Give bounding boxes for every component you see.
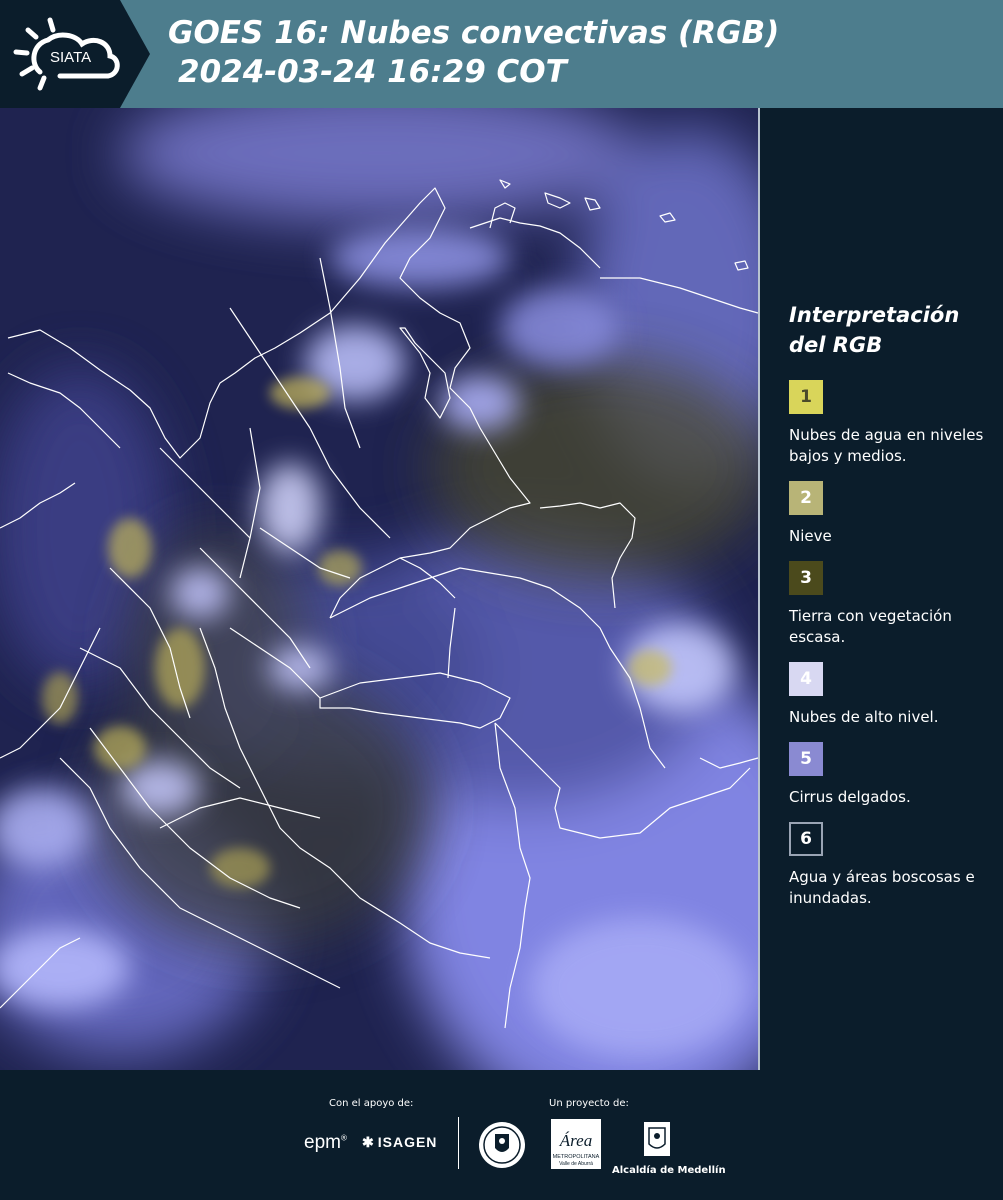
legend-item-4: 4 Nubes de alto nivel. <box>789 662 994 728</box>
legend-label: Agua y áreas boscosas e inundadas. <box>789 868 975 907</box>
alcaldia-label: Alcaldía de Medellín <box>612 1165 726 1176</box>
legend-title: Interpretación del RGB <box>789 303 960 357</box>
isagen-logo-text: ISAGEN <box>377 1134 438 1150</box>
legend-item-6: 6 Agua y áreas boscosas e inundadas. <box>789 822 994 909</box>
map-frame-edge <box>758 108 760 1070</box>
legend-label: Tierra con vegetación escasa. <box>789 607 952 646</box>
legend-panel: Interpretación del RGB 1 Nubes de agua e… <box>789 300 994 923</box>
alcaldia-crest-icon <box>644 1122 670 1156</box>
page-title: GOES 16: Nubes convectivas (RGB) <box>168 15 780 51</box>
legend-swatch: 4 <box>789 662 823 696</box>
alcaldia-logo[interactable]: Alcaldía de Medellín <box>612 1120 726 1176</box>
medellin-seal-icon[interactable] <box>477 1120 527 1170</box>
siata-logo[interactable]: SIATA <box>0 0 150 108</box>
support-label: Con el apoyo de: <box>329 1098 414 1109</box>
legend-swatch: 6 <box>789 822 823 856</box>
epm-logo-text: epm <box>304 1132 341 1153</box>
area-metropolitana-logo[interactable]: Área METROPOLITANA Valle de Aburrá <box>550 1118 602 1170</box>
epm-logo[interactable]: epm® <box>304 1132 347 1154</box>
project-label: Un proyecto de: <box>549 1098 629 1109</box>
legend-item-3: 3 Tierra con vegetación escasa. <box>789 561 994 648</box>
legend-item-2: 2 Nieve <box>789 481 994 547</box>
legend-swatch: 5 <box>789 742 823 776</box>
legend-label: Cirrus delgados. <box>789 788 911 806</box>
legend-item-1: 1 Nubes de agua en niveles bajos y medio… <box>789 380 994 467</box>
footer-divider <box>458 1117 459 1169</box>
legend-swatch: 2 <box>789 481 823 515</box>
legend-label: Nieve <box>789 527 832 545</box>
isagen-star-icon: ✱ <box>362 1134 375 1150</box>
svg-text:METROPOLITANA: METROPOLITANA <box>553 1154 600 1160</box>
timestamp: 2024-03-24 16:29 COT <box>178 54 567 90</box>
footer: Con el apoyo de: Un proyecto de: epm® ✱ I… <box>0 1070 1003 1200</box>
satellite-image <box>0 108 760 1070</box>
svg-text:Valle de Aburrá: Valle de Aburrá <box>559 1161 593 1167</box>
satellite-map[interactable] <box>0 108 760 1070</box>
legend-item-5: 5 Cirrus delgados. <box>789 742 994 808</box>
header-bar: SIATA GOES 16: Nubes convectivas (RGB) 2… <box>0 0 1003 108</box>
legend-swatch: 3 <box>789 561 823 595</box>
legend-label: Nubes de alto nivel. <box>789 708 939 726</box>
isagen-logo[interactable]: ✱ ISAGEN <box>362 1134 437 1151</box>
legend-swatch: 1 <box>789 380 823 414</box>
svg-text:SIATA: SIATA <box>50 49 91 66</box>
legend-label: Nubes de agua en niveles bajos y medios. <box>789 426 984 465</box>
svg-text:Área: Área <box>559 1131 592 1150</box>
sun-cloud-icon: SIATA <box>13 17 120 91</box>
